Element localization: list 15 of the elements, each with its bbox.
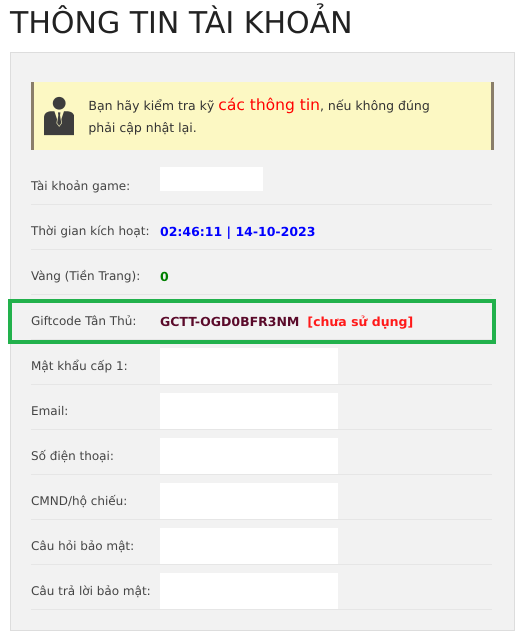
field-label: Giftcode Tân Thủ: (31, 314, 138, 328)
field-label: Câu hỏi bảo mật: (31, 539, 136, 553)
field-label: Số điện thoại: (31, 449, 115, 463)
field-value: 0 (160, 268, 169, 284)
field-label: CMND/hộ chiếu: (31, 494, 128, 508)
field-label: Câu trả lời bảo mật: (31, 584, 152, 598)
field-label: Mật khẩu cấp 1: (31, 359, 129, 373)
field-label: Vàng (Tiền Trang): (31, 269, 142, 283)
field-label: Email: (31, 404, 70, 418)
field-label: Thời gian kích hoạt: (31, 224, 150, 238)
status-label: [chưa sử dụng] (307, 314, 414, 328)
field-label: Tài khoản game: (31, 179, 132, 193)
giftcode-value: GCTT-OGD0BFR3NM (160, 314, 300, 328)
field-value: 02:46:11 | 14-10-2023 (160, 224, 316, 238)
notice-text: Bạn hãy kiểm tra kỹ các thông tin, nếu không đúng phải cập nhật lại. (88, 94, 431, 137)
